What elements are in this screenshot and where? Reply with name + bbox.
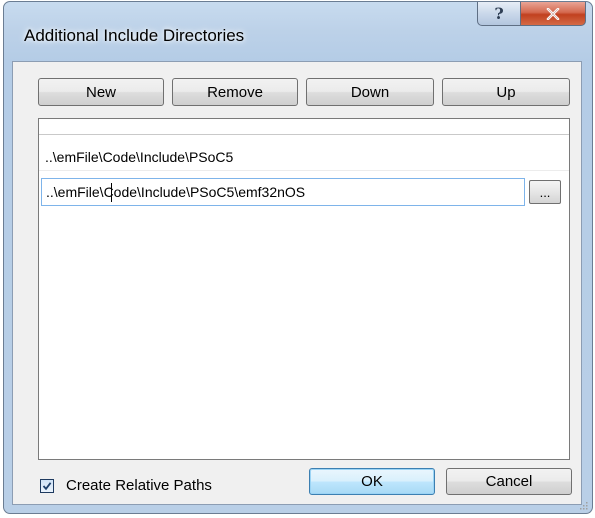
browse-button[interactable]: ...	[529, 180, 561, 204]
list-item[interactable]: ..\emFile\Code\Include\PSoC5	[39, 143, 569, 171]
create-relative-paths-checkbox[interactable]	[40, 478, 54, 493]
close-button[interactable]	[520, 2, 586, 26]
resize-grip-icon[interactable]	[578, 500, 588, 510]
ok-button[interactable]: OK	[309, 468, 435, 495]
text-caret	[111, 183, 112, 202]
cancel-button[interactable]: Cancel	[446, 468, 572, 495]
list-header	[39, 119, 569, 135]
directories-list[interactable]: ..\emFile\Code\Include\PSoC5 ..\emFile\C…	[38, 118, 570, 460]
new-button[interactable]: New	[38, 78, 164, 106]
up-button[interactable]: Up	[442, 78, 570, 106]
help-icon: ?	[494, 4, 504, 23]
create-relative-paths-label: Create Relative Paths	[66, 477, 212, 494]
title-bar[interactable]: Additional Include Directories ?	[4, 2, 592, 62]
down-button[interactable]: Down	[306, 78, 434, 106]
check-icon	[42, 481, 52, 490]
window-title: Additional Include Directories	[24, 26, 245, 45]
directory-edit-field[interactable]: ..\emFile\Code\Include\PSoC5\emf32nOS	[41, 178, 525, 206]
remove-button[interactable]: Remove	[172, 78, 298, 106]
close-icon	[546, 7, 560, 20]
create-relative-paths-option[interactable]: Create Relative Paths	[40, 477, 212, 494]
help-button[interactable]: ?	[477, 2, 521, 26]
directory-edit-value: ..\emFile\Code\Include\PSoC5\emf32nOS	[46, 184, 306, 200]
